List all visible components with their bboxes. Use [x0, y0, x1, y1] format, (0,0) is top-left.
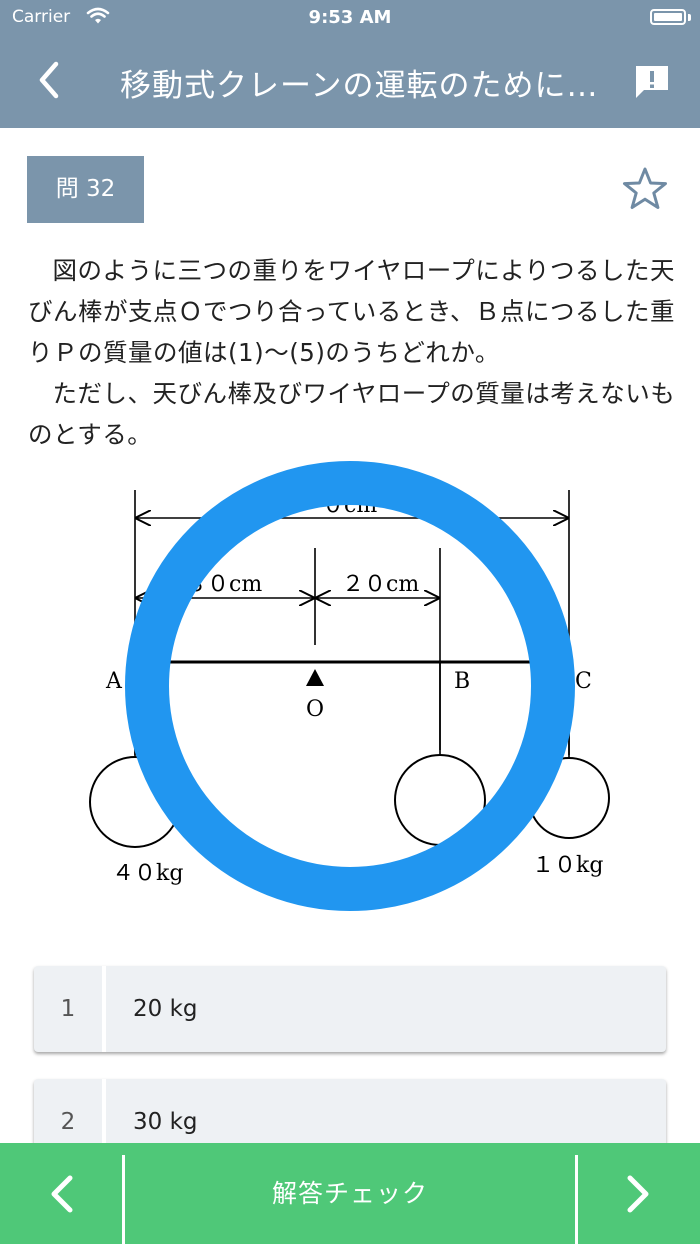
- status-bar: Carrier 9:53 AM: [0, 0, 700, 36]
- report-icon[interactable]: [632, 62, 672, 102]
- weight-a-label: ４０kg: [112, 861, 183, 886]
- label-o: O: [306, 697, 324, 722]
- question-paragraph-1: 図のように三つの重りをワイヤロープによりつるした天びん棒が支点Ｏでつり合っている…: [28, 256, 676, 367]
- bottom-toolbar: 解答チェック: [0, 1143, 700, 1244]
- answer-overlay-ring: [125, 461, 575, 911]
- answer-number: 1: [60, 996, 76, 1022]
- label-c: C: [575, 669, 592, 694]
- dim-ob-label: ２０cm: [342, 572, 419, 597]
- previous-question-icon[interactable]: [0, 1143, 122, 1244]
- star-bookmark-icon[interactable]: [622, 166, 668, 212]
- battery-nub: [688, 14, 691, 21]
- clock: 9:53 AM: [308, 7, 392, 28]
- question-number-badge: 問 32: [27, 156, 144, 223]
- balance-beam-diagram: ０cm ３０cm ２０cm O A B C ４０kg １０kg: [89, 461, 610, 911]
- next-question-icon[interactable]: [578, 1143, 700, 1244]
- label-b: B: [454, 669, 470, 694]
- check-answer-button[interactable]: 解答チェック: [125, 1143, 575, 1244]
- back-chevron-icon[interactable]: [28, 58, 72, 102]
- question-text: 図のように三つの重りをワイヤロープによりつるした天びん棒が支点Ｏでつり合っている…: [28, 250, 678, 455]
- question-paragraph-2: ただし、天びん棒及びワイヤロープの質量は考えないものとする。: [28, 379, 676, 449]
- battery-icon: [650, 9, 686, 25]
- answer-divider: [102, 966, 106, 1052]
- page-title: 移動式クレーンの運転のために…: [120, 68, 599, 104]
- answer-text: 20 kg: [133, 996, 198, 1022]
- navigation-bar: Carrier 9:53 AM 移動式クレーンの運転のために…: [0, 0, 700, 128]
- weight-c-label: １０kg: [532, 853, 603, 878]
- label-a: A: [105, 669, 123, 694]
- answer-option-1[interactable]: 1 20 kg: [34, 966, 666, 1052]
